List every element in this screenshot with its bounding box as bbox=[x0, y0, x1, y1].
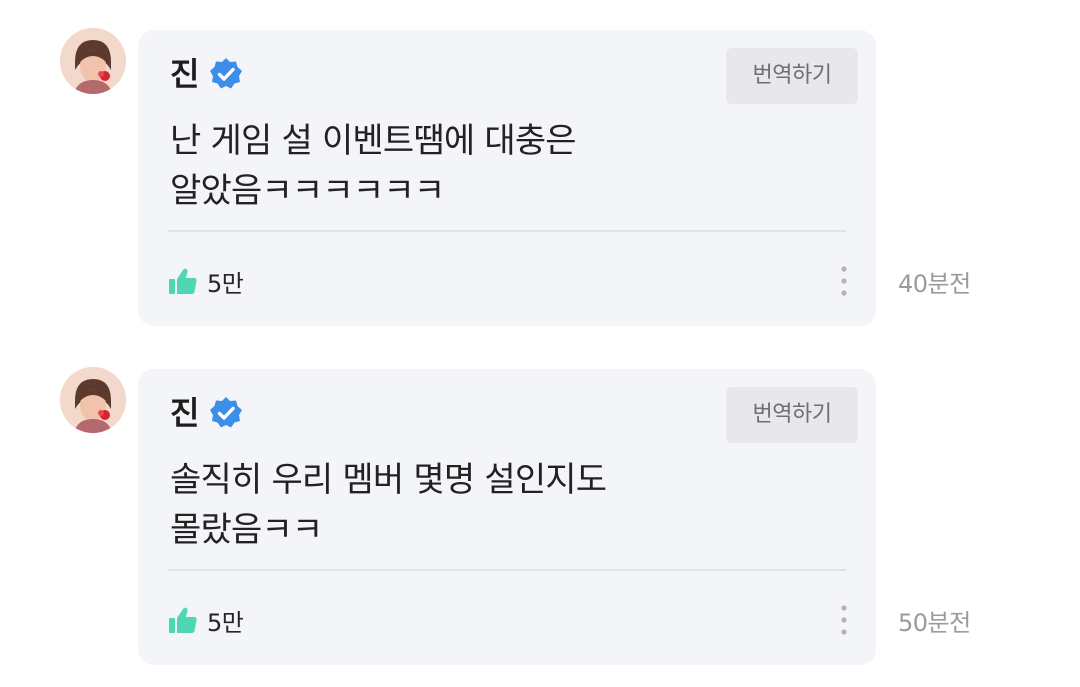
comment-item: 진 번역하기 난 게임 설 이벤트땜에 대충은 알았음ㅋㅋㅋㅋㅋㅋ 5만 40분… bbox=[0, 0, 1080, 326]
comment-text: 솔직히 우리 멤버 몇명 설인지도 몰랐음ㅋㅋ bbox=[170, 460, 607, 550]
comment-bubble: 진 번역하기 솔직히 우리 멤버 몇명 설인지도 몰랐음ㅋㅋ 5만 bbox=[138, 369, 876, 665]
divider bbox=[168, 569, 846, 571]
author-line: 진 bbox=[170, 393, 243, 433]
author-line: 진 bbox=[170, 54, 243, 94]
vertical-dots-icon[interactable] bbox=[832, 603, 856, 637]
translate-button[interactable]: 번역하기 bbox=[726, 48, 858, 104]
like-count: 5만 bbox=[207, 608, 244, 637]
timestamp: 50분전 bbox=[898, 609, 971, 637]
translate-button[interactable]: 번역하기 bbox=[726, 387, 858, 443]
timestamp: 40분전 bbox=[898, 270, 971, 298]
author-name[interactable]: 진 bbox=[170, 54, 199, 94]
thumbs-up-icon bbox=[168, 266, 198, 296]
like-count: 5만 bbox=[207, 269, 244, 298]
thumbs-up-icon bbox=[168, 605, 198, 635]
vertical-dots-icon[interactable] bbox=[832, 264, 856, 298]
avatar-image bbox=[60, 28, 126, 94]
like-button[interactable]: 5만 bbox=[168, 603, 244, 637]
verified-check-icon bbox=[209, 396, 243, 430]
like-button[interactable]: 5만 bbox=[168, 264, 244, 298]
author-avatar[interactable] bbox=[60, 28, 126, 94]
avatar-image bbox=[60, 367, 126, 433]
author-avatar[interactable] bbox=[60, 367, 126, 433]
comment-text: 난 게임 설 이벤트땜에 대충은 알았음ㅋㅋㅋㅋㅋㅋ bbox=[170, 121, 577, 211]
verified-check-icon bbox=[209, 57, 243, 91]
comment-item: 진 번역하기 솔직히 우리 멤버 몇명 설인지도 몰랐음ㅋㅋ 5만 50분전 bbox=[0, 339, 1080, 665]
divider bbox=[168, 230, 846, 232]
author-name[interactable]: 진 bbox=[170, 393, 199, 433]
comment-bubble: 진 번역하기 난 게임 설 이벤트땜에 대충은 알았음ㅋㅋㅋㅋㅋㅋ 5만 bbox=[138, 30, 876, 326]
